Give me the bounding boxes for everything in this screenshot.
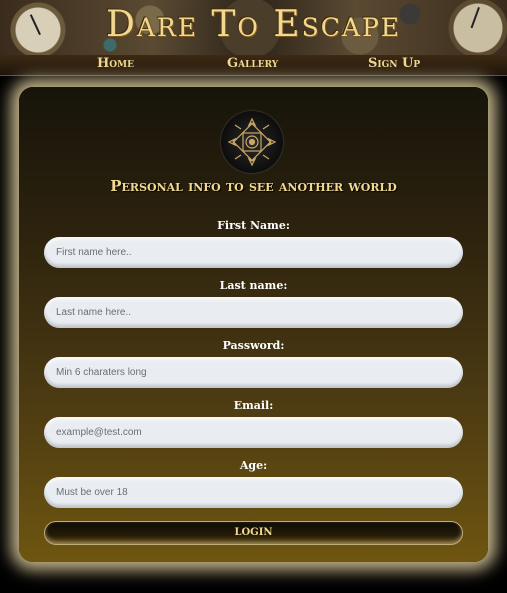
email-label: Email:: [233, 399, 274, 412]
email-input[interactable]: [44, 417, 463, 448]
nav-signup-link[interactable]: Sign Up: [368, 56, 420, 71]
main-nav: Home Gallery Sign Up: [0, 55, 507, 76]
password-label: Password:: [222, 339, 285, 352]
form-heading: Personal info to see another world: [110, 177, 397, 195]
nav-home-link[interactable]: Home: [97, 56, 134, 71]
first-name-input[interactable]: [44, 237, 463, 268]
header-banner: Dare To Escape: [0, 0, 507, 55]
password-input[interactable]: [44, 357, 463, 388]
last-name-label: Last name:: [219, 279, 288, 292]
ornate-medallion-icon: [221, 111, 283, 173]
login-button[interactable]: LOGIN: [44, 521, 463, 545]
age-label: Age:: [239, 459, 268, 472]
site-title: Dare To Escape: [105, 4, 402, 45]
first-name-label: First Name:: [217, 219, 290, 232]
age-input[interactable]: [44, 477, 463, 508]
last-name-input[interactable]: [44, 297, 463, 328]
nav-gallery-link[interactable]: Gallery: [227, 56, 278, 71]
